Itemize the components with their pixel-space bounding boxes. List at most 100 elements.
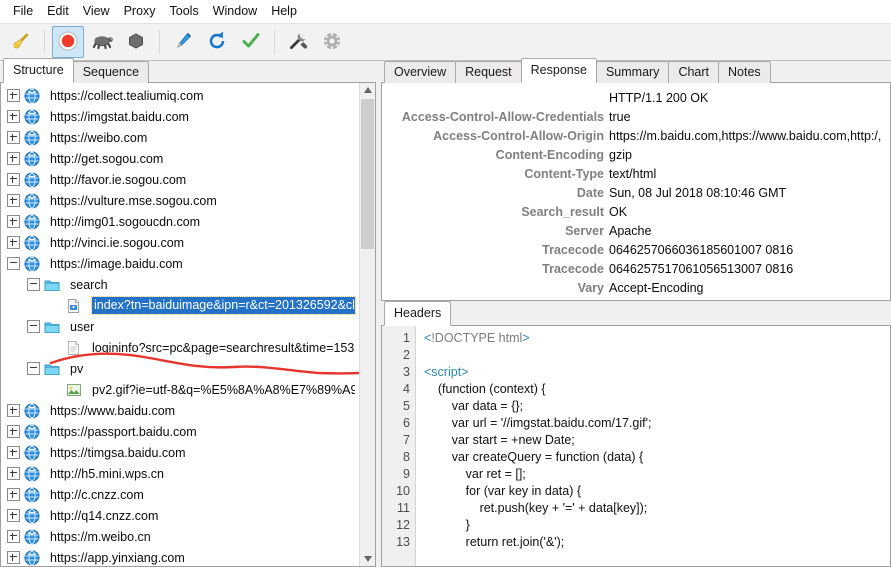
clear-broom-button[interactable] [5, 26, 37, 58]
settings-button[interactable] [316, 26, 348, 58]
tree-row[interactable]: http://q14.cnzz.com [1, 505, 359, 526]
tree-expand-icon[interactable] [7, 425, 20, 438]
response-body-editor[interactable]: 1 2 3 4 5 6 7 8 9 10 11 12 13 <!DOCTYPE html> <script… [381, 326, 891, 567]
tab-overview[interactable]: Overview [384, 61, 457, 83]
tree-row[interactable]: https://image.baidu.com [1, 253, 359, 274]
tree-row[interactable]: http://h5.mini.wps.cn [1, 463, 359, 484]
code-token: var data = {}; [424, 399, 524, 413]
tree-collapse-icon[interactable] [27, 362, 40, 375]
header-row[interactable]: Vary Accept-Encoding [382, 278, 890, 297]
tree-row-label: https://imgstat.baidu.com [50, 109, 189, 124]
code-token: } [424, 518, 470, 532]
tree-expand-icon[interactable] [7, 446, 20, 459]
globe-icon [24, 508, 45, 524]
tree-expand-icon[interactable] [7, 236, 20, 249]
tree-collapse-icon[interactable] [7, 257, 20, 270]
tree-expand-icon[interactable] [7, 152, 20, 165]
tab-notes[interactable]: Notes [718, 61, 771, 83]
breakpoints-icon [125, 30, 147, 55]
header-row[interactable]: Access-Control-Allow-Credentials true [382, 107, 890, 126]
tree-collapse-icon[interactable] [27, 320, 40, 333]
tree-row-label: https://weibo.com [50, 130, 148, 145]
tree-row[interactable]: http://c.cnzz.com [1, 484, 359, 505]
left-tabstrip: Structure Sequence [0, 58, 376, 83]
tree-vertical-scrollbar[interactable] [359, 83, 375, 566]
structure-tree[interactable]: https://collect.tealiumiq.com https://img… [1, 83, 359, 566]
header-row[interactable]: Date Sun, 08 Jul 2018 08:10:46 GMT [382, 183, 890, 202]
tree-expand-icon[interactable] [7, 467, 20, 480]
header-value: 0646257066036185601007 0816 [609, 242, 794, 257]
tree-expand-icon[interactable] [7, 509, 20, 522]
tree-row[interactable]: pv2.gif?ie=utf-8&q=%E5%8A%A8%E7%89%A9%E5… [1, 379, 359, 400]
subtab-headers[interactable]: Headers [384, 301, 452, 326]
tree-row[interactable]: http://favor.ie.sogou.com [1, 169, 359, 190]
scroll-up-arrow-icon[interactable] [360, 83, 375, 97]
tree-expand-icon[interactable] [7, 404, 20, 417]
tree-row[interactable]: https://vulture.mse.sogou.com [1, 190, 359, 211]
menu-window[interactable]: Window [206, 1, 264, 21]
header-row[interactable]: Tracecode 0646257517061056513007 0816 [382, 259, 890, 278]
header-row[interactable]: Access-Control-Allow-Origin https://m.bai… [382, 126, 890, 145]
menu-help[interactable]: Help [264, 1, 304, 21]
tab-sequence[interactable]: Sequence [72, 61, 150, 83]
tree-row[interactable]: https://passport.baidu.com [1, 421, 359, 442]
tree-row[interactable]: pv [1, 358, 359, 379]
tree-scroll-thumb[interactable] [361, 99, 374, 249]
tree-row[interactable]: https://timgsa.baidu.com [1, 442, 359, 463]
header-row[interactable]: Tracecode 0646257066036185601007 0816 [382, 240, 890, 259]
tree-expand-icon[interactable] [7, 488, 20, 501]
tab-summary[interactable]: Summary [595, 61, 670, 83]
tree-row[interactable]: https://collect.tealiumiq.com [1, 85, 359, 106]
tree-row[interactable]: https://www.baidu.com [1, 400, 359, 421]
tree-expand-icon[interactable] [7, 110, 20, 123]
compose-button[interactable] [167, 26, 199, 58]
tree-expand-icon[interactable] [7, 215, 20, 228]
repeat-button[interactable] [201, 26, 233, 58]
header-row[interactable]: Transfer-Encodingchunked [382, 297, 890, 301]
menu-edit[interactable]: Edit [40, 1, 76, 21]
tree-row[interactable]: http://get.sogou.com [1, 148, 359, 169]
header-row[interactable]: Content-Encoding gzip [382, 145, 890, 164]
tree-row[interactable]: https://imgstat.baidu.com [1, 106, 359, 127]
tree-row[interactable]: search [1, 274, 359, 295]
tree-collapse-icon[interactable] [27, 278, 40, 291]
tree-expand-icon[interactable] [7, 194, 20, 207]
tree-row[interactable]: https://weibo.com [1, 127, 359, 148]
tree-row[interactable]: user [1, 316, 359, 337]
tab-response[interactable]: Response [520, 58, 597, 83]
tree-expand-icon[interactable] [7, 173, 20, 186]
code-line: var createQuery = function (data) { [424, 449, 890, 466]
tree-row[interactable]: http://vinci.ie.sogou.com [1, 232, 359, 253]
tree-row-label: http://vinci.ie.sogou.com [50, 235, 185, 250]
tab-chart[interactable]: Chart [668, 61, 720, 83]
tree-row-label: http://q14.cnzz.com [50, 508, 159, 523]
header-row[interactable]: Search_result OK [382, 202, 890, 221]
throttle-button[interactable] [86, 26, 118, 58]
tree-row[interactable]: index?tn=baiduimage&ipn=r&ct=201326592&c… [1, 295, 359, 316]
tools-button[interactable] [282, 26, 314, 58]
tree-row[interactable]: http://img01.sogoucdn.com [1, 211, 359, 232]
compose-pen-icon [172, 30, 194, 55]
tree-expand-icon[interactable] [7, 131, 20, 144]
tree-expand-icon[interactable] [7, 530, 20, 543]
scroll-down-arrow-icon[interactable] [360, 552, 375, 566]
tree-row[interactable]: https://app.yinxiang.com [1, 547, 359, 566]
menu-proxy[interactable]: Proxy [117, 1, 163, 21]
breakpoints-button[interactable] [120, 26, 152, 58]
tree-expand-icon[interactable] [7, 89, 20, 102]
menu-view[interactable]: View [76, 1, 117, 21]
record-button[interactable] [52, 26, 84, 58]
menu-tools[interactable]: Tools [163, 1, 206, 21]
tree-row[interactable]: logininfo?src=pc&page=searchresult&time=… [1, 337, 359, 358]
header-row[interactable]: Content-Type text/html [382, 164, 890, 183]
menu-file[interactable]: File [6, 1, 40, 21]
tab-structure[interactable]: Structure [3, 58, 74, 83]
tree-row[interactable]: https://m.weibo.cn [1, 526, 359, 547]
code-content[interactable]: <!DOCTYPE html> <script> (function (conte… [416, 326, 890, 566]
tab-request[interactable]: Request [455, 61, 522, 83]
tree-expand-icon[interactable] [7, 551, 20, 564]
validate-button[interactable] [235, 26, 267, 58]
header-row[interactable]: Server Apache [382, 221, 890, 240]
code-token: var createQuery = function (data) { [424, 450, 644, 464]
header-name: Tracecode [542, 242, 604, 257]
